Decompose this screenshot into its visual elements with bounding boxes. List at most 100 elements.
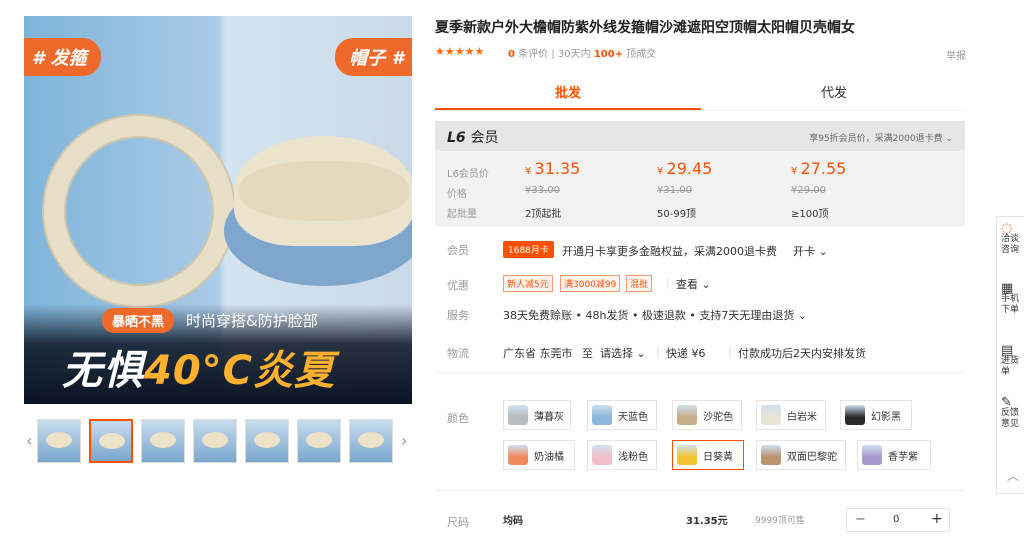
size-value: 均码: [503, 516, 523, 527]
color-option[interactable]: 浅粉色: [587, 440, 657, 470]
tier-batch: 50-99顶: [657, 209, 697, 220]
report-link[interactable]: 举报: [946, 47, 966, 62]
coupon-new-user[interactable]: 新人减5元: [503, 275, 553, 292]
price-box: L6 会员 享95折会员价，采满2000退卡费 ⌄ L6会员价 价格 起批量 ¥…: [435, 121, 965, 227]
promo-separator: |: [666, 276, 670, 289]
color-option[interactable]: 沙驼色: [672, 400, 742, 430]
price-label: 价格: [447, 189, 467, 200]
thumb-prev-icon[interactable]: ‹: [26, 431, 32, 450]
divider-2: [435, 490, 965, 491]
color-swatch: [761, 405, 781, 425]
thumb-next-icon[interactable]: ›: [401, 431, 407, 450]
sold-prefix: 30天内: [557, 49, 591, 60]
tier-price-value: 31.35: [534, 159, 581, 178]
currency-symbol: ¥: [657, 166, 667, 177]
promo-view-link[interactable]: 查看 ⌄: [676, 276, 711, 292]
list-icon: ▤: [1001, 343, 1014, 358]
headline-part-a: 无惧: [62, 348, 144, 394]
level-code: L6: [447, 130, 466, 146]
express-fee: 快递 ¥6: [666, 347, 706, 360]
tag-hat: 帽子 #: [335, 38, 412, 76]
tier-price: ¥ 29.45: [657, 159, 712, 178]
promo-pill: 暴晒不黑: [102, 308, 175, 333]
color-option[interactable]: 双面巴黎驼: [756, 440, 846, 470]
member-row-text: 开通月卡享更多金融权益，采满2000退卡费: [562, 245, 777, 258]
hat-band-illustration: [239, 161, 409, 221]
thumbnail[interactable]: [193, 419, 237, 463]
color-name: 香芋紫: [888, 452, 918, 463]
color-name: 日葵黄: [703, 452, 733, 463]
headband-illustration: [44, 116, 234, 306]
color-swatch: [592, 445, 612, 465]
color-option[interactable]: 幻影黑: [840, 400, 912, 430]
color-swatch: [508, 405, 528, 425]
shipping-note: 付款成功后2天内安排发货: [738, 347, 866, 360]
review-label[interactable]: 条评价: [518, 49, 548, 60]
color-option[interactable]: 香芋紫: [857, 440, 931, 470]
color-option[interactable]: 日葵黄: [672, 440, 744, 470]
color-swatch: [761, 445, 781, 465]
rating-stars: ★★★★★: [435, 45, 485, 58]
service-text[interactable]: 38天免费赊账 • 48h发货 • 极速退款 • 支持7天无理由退货 ⌄: [503, 307, 807, 323]
color-option[interactable]: 天蓝色: [587, 400, 657, 430]
color-name: 薄暮灰: [534, 412, 564, 423]
tab-dropship[interactable]: 代发: [703, 78, 965, 110]
logistics-separator-2: |: [728, 345, 732, 358]
tier-price-value: 29.45: [666, 159, 713, 178]
batch-label: 起批量: [447, 209, 477, 220]
side-toolbar: ◌ 洽谈咨询 ▦ 手机下单 ▤ 进货单 ✎ 反馈意见 ︿: [996, 216, 1024, 494]
color-swatch: [845, 405, 865, 425]
member-note[interactable]: 享95折会员价，采满2000退卡费 ⌄: [809, 131, 953, 144]
qty-input[interactable]: 0: [893, 514, 899, 525]
qr-icon: ▦: [1001, 281, 1014, 296]
coupon-mixed[interactable]: 混批: [626, 275, 653, 292]
stock-count: 9999顶可售: [755, 516, 805, 526]
sold-unit: 顶成交: [626, 49, 657, 60]
thumbnail[interactable]: [245, 419, 289, 463]
size-price: 31.35元: [686, 516, 728, 527]
color-swatch: [677, 445, 697, 465]
color-name: 双面巴黎驼: [787, 452, 837, 463]
thumbnail[interactable]: [297, 419, 341, 463]
logistics-row-label: 物流: [447, 347, 469, 360]
headline-part-b: 40°C炎夏: [144, 348, 336, 394]
tier-price: ¥ 27.55: [791, 159, 846, 178]
separator: |: [551, 49, 555, 60]
color-option[interactable]: 奶油橘: [503, 440, 575, 470]
promo-row-label: 优惠: [447, 279, 469, 292]
thumbnail[interactable]: [89, 419, 133, 463]
tier-price: ¥ 31.35: [525, 159, 580, 178]
quantity-stepper: − 0 +: [846, 508, 950, 532]
qty-minus-button[interactable]: −: [855, 512, 866, 527]
side-tool[interactable]: ▦ 手机下单: [1001, 281, 1023, 316]
side-tool-label: 反馈意见: [1001, 408, 1020, 429]
purchase-tabs: 批发 代发: [435, 78, 965, 111]
destination-select[interactable]: 请选择 ⌄: [600, 345, 646, 361]
tag-headband: # 发箍: [24, 38, 101, 76]
color-option[interactable]: 白岩米: [756, 400, 826, 430]
thumbnail[interactable]: [37, 419, 81, 463]
logistics-separator-1: |: [656, 345, 660, 358]
month-card-badge: 1688月卡: [503, 241, 554, 258]
side-tool[interactable]: ▤ 进货单: [1001, 343, 1023, 378]
side-tool[interactable]: ◌ 洽谈咨询: [1001, 222, 1023, 256]
member-price-label: L6会员价: [447, 169, 489, 180]
back-to-top-icon[interactable]: ︿: [1007, 470, 1019, 482]
review-count: 0: [508, 49, 515, 60]
color-option[interactable]: 薄暮灰: [503, 400, 571, 430]
main-product-image[interactable]: # 发箍 帽子 # 暴晒不黑 时尚穿搭&防护脸部 无惧40°C炎夏: [24, 16, 412, 404]
color-name: 幻影黑: [871, 412, 901, 423]
tab-wholesale[interactable]: 批发: [435, 78, 701, 110]
service-row-label: 服务: [447, 309, 469, 322]
currency-symbol: ¥: [791, 166, 801, 177]
divider: [435, 372, 965, 373]
thumbnail[interactable]: [141, 419, 185, 463]
coupon-full-reduction[interactable]: 满3000减99: [560, 275, 621, 292]
qty-plus-button[interactable]: +: [931, 511, 943, 527]
side-tool[interactable]: ✎ 反馈意见: [1001, 396, 1023, 430]
color-swatch: [862, 445, 882, 465]
member-level: L6 会员: [447, 127, 499, 147]
thumbnail[interactable]: [349, 419, 393, 463]
member-header: L6 会员 享95折会员价，采满2000退卡费 ⌄: [435, 121, 965, 151]
open-card-link[interactable]: 开卡 ⌄: [793, 243, 828, 259]
